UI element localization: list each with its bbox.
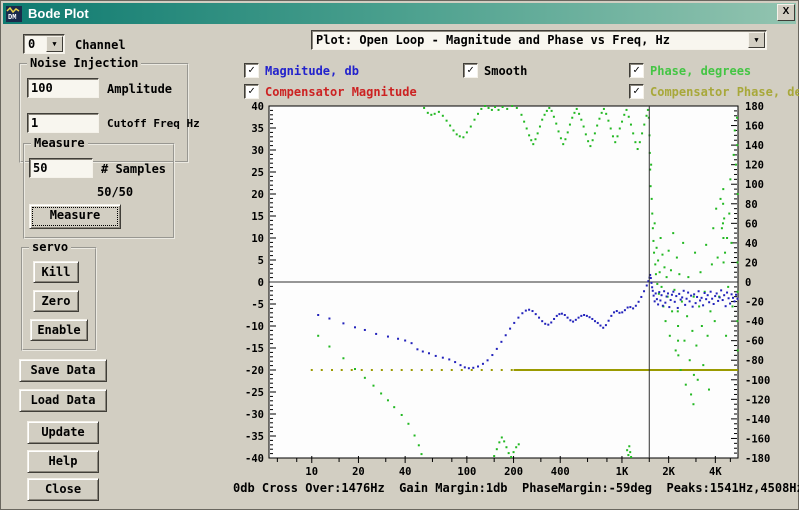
svg-text:40: 40 bbox=[745, 238, 758, 250]
phase-checkbox[interactable]: ✓ Phase, degrees bbox=[629, 63, 751, 78]
channel-select[interactable]: 0 ▼ bbox=[23, 34, 65, 54]
svg-text:180: 180 bbox=[745, 101, 764, 113]
close-window-button[interactable]: X bbox=[777, 4, 795, 21]
svg-text:20: 20 bbox=[352, 466, 365, 478]
svg-text:100: 100 bbox=[745, 179, 764, 191]
bode-plot-window: DM Bode Plot X 0 ▼ Channel Plot: Open Lo… bbox=[0, 0, 799, 510]
svg-text:80: 80 bbox=[745, 199, 758, 211]
svg-text:35: 35 bbox=[251, 123, 264, 135]
servo-group-label: servo bbox=[29, 240, 71, 254]
svg-text:-25: -25 bbox=[245, 387, 264, 399]
cutoff-freq-field[interactable]: 1 bbox=[27, 113, 99, 133]
svg-text:40: 40 bbox=[251, 101, 264, 113]
svg-text:10: 10 bbox=[305, 466, 318, 478]
checkmark-icon[interactable]: ✓ bbox=[629, 63, 644, 78]
checkmark-icon[interactable]: ✓ bbox=[463, 63, 478, 78]
chevron-down-icon[interactable]: ▼ bbox=[46, 36, 63, 52]
checkmark-icon[interactable]: ✓ bbox=[244, 63, 259, 78]
bode-plot-svg[interactable]: -40 -35 -30 -25 -20 -15 -10 -5 0 5 10 15 20 25 30 35 40 -… bbox=[225, 99, 799, 481]
compensator-phase-checkbox-label: Compensator Phase, deg bbox=[650, 85, 799, 99]
svg-text:-30: -30 bbox=[245, 409, 264, 421]
compensator-phase-checkbox[interactable]: ✓ Compensator Phase, deg bbox=[629, 84, 799, 99]
compensator-magnitude-checkbox-label: Compensator Magnitude bbox=[265, 85, 417, 99]
zero-button[interactable]: Zero bbox=[33, 290, 79, 312]
svg-text:400: 400 bbox=[551, 466, 570, 478]
svg-text:25: 25 bbox=[251, 167, 264, 179]
cutoff-freq-label: Cutoff Freq Hz bbox=[107, 117, 200, 130]
status-line: 0db Cross Over:1476Hz Gain Margin:1db Ph… bbox=[233, 481, 799, 495]
chevron-down-icon[interactable]: ▼ bbox=[748, 32, 765, 48]
svg-text:20: 20 bbox=[745, 257, 758, 269]
noise-injection-group-label: Noise Injection bbox=[27, 56, 141, 70]
save-data-button[interactable]: Save Data bbox=[19, 359, 107, 382]
svg-text:-20: -20 bbox=[245, 365, 264, 377]
svg-text:-80: -80 bbox=[745, 355, 764, 367]
kill-button[interactable]: Kill bbox=[33, 261, 79, 283]
svg-text:-60: -60 bbox=[745, 336, 764, 348]
svg-text:30: 30 bbox=[251, 145, 264, 157]
svg-text:200: 200 bbox=[504, 466, 523, 478]
svg-text:-10: -10 bbox=[245, 321, 264, 333]
svg-text:-20: -20 bbox=[745, 297, 764, 309]
svg-text:0: 0 bbox=[258, 277, 264, 289]
svg-text:-5: -5 bbox=[251, 299, 264, 311]
svg-text:-180: -180 bbox=[745, 453, 770, 465]
measure-progress: 50/50 bbox=[97, 185, 133, 199]
enable-button[interactable]: Enable bbox=[30, 319, 88, 341]
bode-plot-area[interactable]: -40 -35 -30 -25 -20 -15 -10 -5 0 5 10 15 20 25 30 35 40 -… bbox=[225, 99, 799, 481]
svg-text:-140: -140 bbox=[745, 414, 770, 426]
window-title: Bode Plot bbox=[28, 6, 89, 21]
svg-text:60: 60 bbox=[745, 218, 758, 230]
svg-text:20: 20 bbox=[251, 189, 264, 201]
title-bar[interactable]: DM Bode Plot bbox=[3, 3, 796, 24]
svg-text:-15: -15 bbox=[245, 343, 264, 355]
svg-text:-35: -35 bbox=[245, 431, 264, 443]
amplitude-field[interactable]: 100 bbox=[27, 78, 99, 98]
plot-type-value: Plot: Open Loop - Magnitude and Phase vs… bbox=[316, 33, 670, 47]
app-icon: DM bbox=[6, 6, 22, 22]
magnitude-checkbox[interactable]: ✓ Magnitude, db bbox=[244, 63, 359, 78]
compensator-magnitude-checkbox[interactable]: ✓ Compensator Magnitude bbox=[244, 84, 417, 99]
checkmark-icon[interactable]: ✓ bbox=[244, 84, 259, 99]
svg-text:-40: -40 bbox=[745, 316, 764, 328]
measure-group-label: Measure bbox=[31, 136, 88, 150]
close-button[interactable]: Close bbox=[27, 478, 99, 501]
amplitude-label: Amplitude bbox=[107, 82, 172, 96]
measure-button[interactable]: Measure bbox=[29, 204, 121, 229]
svg-text:2K: 2K bbox=[662, 466, 675, 478]
svg-text:-160: -160 bbox=[745, 433, 770, 445]
samples-label: # Samples bbox=[101, 162, 166, 176]
plot-type-select[interactable]: Plot: Open Loop - Magnitude and Phase vs… bbox=[311, 30, 767, 50]
help-button[interactable]: Help bbox=[27, 450, 99, 473]
svg-text:DM: DM bbox=[8, 14, 16, 22]
smooth-checkbox-label: Smooth bbox=[484, 64, 527, 78]
svg-text:1K: 1K bbox=[616, 466, 629, 478]
svg-text:4K: 4K bbox=[709, 466, 722, 478]
samples-field[interactable]: 50 bbox=[29, 158, 93, 178]
svg-text:-100: -100 bbox=[745, 375, 770, 387]
phase-checkbox-label: Phase, degrees bbox=[650, 64, 751, 78]
load-data-button[interactable]: Load Data bbox=[19, 389, 107, 412]
svg-text:120: 120 bbox=[745, 160, 764, 172]
svg-text:5: 5 bbox=[258, 255, 264, 267]
svg-text:-40: -40 bbox=[245, 453, 264, 465]
channel-label: Channel bbox=[75, 38, 126, 52]
svg-text:-120: -120 bbox=[745, 394, 770, 406]
smooth-checkbox[interactable]: ✓ Smooth bbox=[463, 63, 527, 78]
magnitude-checkbox-label: Magnitude, db bbox=[265, 64, 359, 78]
svg-text:100: 100 bbox=[457, 466, 476, 478]
update-button[interactable]: Update bbox=[27, 421, 99, 444]
svg-text:40: 40 bbox=[399, 466, 412, 478]
svg-text:15: 15 bbox=[251, 211, 264, 223]
channel-value: 0 bbox=[28, 37, 35, 51]
svg-text:0: 0 bbox=[745, 277, 751, 289]
svg-text:160: 160 bbox=[745, 121, 764, 133]
checkmark-icon[interactable]: ✓ bbox=[629, 84, 644, 99]
svg-text:10: 10 bbox=[251, 233, 264, 245]
svg-text:140: 140 bbox=[745, 140, 764, 152]
